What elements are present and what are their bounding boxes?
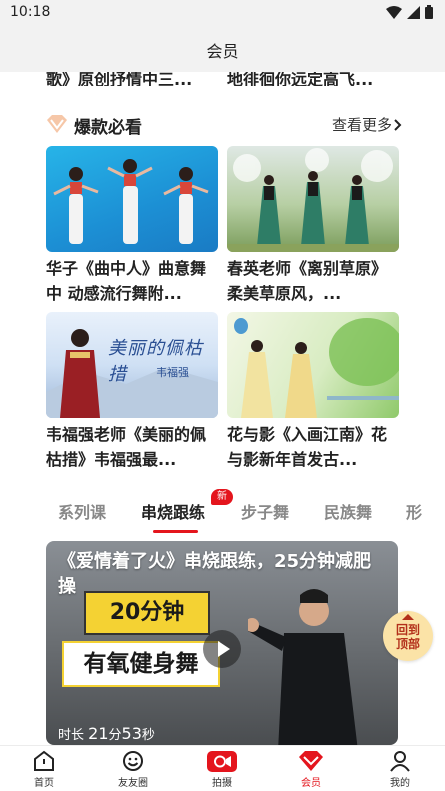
card-title[interactable]: 韦福强老师《美丽的佩枯措》韦福强最...: [46, 422, 218, 472]
battery-icon: [425, 5, 433, 19]
card-title[interactable]: 华子《曲中人》曲意舞中 动感流行舞附...: [46, 256, 218, 306]
card-thumbnail[interactable]: [227, 146, 399, 252]
hot-section-header: 爆款必看 查看更多: [46, 112, 402, 138]
video-title: 《爱情着了火》串烧跟练，25分钟减肥操: [58, 551, 372, 597]
nav-item-shoot[interactable]: 拍摄: [187, 748, 257, 789]
nav-label-home: 首页: [34, 778, 54, 789]
thumb-overlay-subtext: 韦福强: [156, 366, 189, 379]
hot-card[interactable]: 美丽的佩枯措 韦福强 韦福强老师《美丽的佩枯措》韦福强最...: [46, 312, 218, 472]
overlay-title-box: 有氧健身舞: [62, 641, 220, 687]
dancers-image: [53, 159, 209, 244]
dancers-image: [234, 318, 399, 418]
wifi-icon: [386, 5, 402, 19]
diamond-icon: [47, 115, 67, 133]
nav-label-vip: 会员: [301, 778, 321, 789]
page-title: 会员: [206, 42, 239, 61]
tab-medley[interactable]: 串烧跟练: [141, 499, 205, 523]
smile-icon: [123, 751, 143, 771]
back-to-top-label: 回到 顶部: [395, 623, 420, 651]
bottom-nav: 首页 友友圈 拍摄 会员 我的: [0, 745, 445, 791]
hot-card[interactable]: 华子《曲中人》曲意舞中 动感流行舞附...: [46, 146, 218, 306]
hot-card[interactable]: 春英老师《离别草原》柔美草原风，...: [227, 146, 399, 306]
status-bar: 10:18: [0, 0, 445, 26]
chevron-right-icon: [394, 118, 402, 131]
back-to-top-button[interactable]: 回到 顶部: [383, 611, 433, 661]
signal-icon: [407, 5, 420, 19]
prev-item-title-left[interactable]: 歌》原创抒情中三...: [46, 72, 192, 86]
prev-item-title-right[interactable]: 地徘徊你远定高飞...: [227, 72, 373, 86]
view-more-link[interactable]: 查看更多: [332, 114, 402, 135]
nav-item-friends[interactable]: 友友圈: [98, 748, 168, 789]
app-header: 会员: [0, 26, 445, 72]
nav-item-vip[interactable]: 会员: [276, 748, 346, 789]
tab-more[interactable]: 形: [406, 499, 422, 523]
card-thumbnail[interactable]: [227, 312, 399, 418]
nav-item-profile[interactable]: 我的: [365, 748, 435, 789]
hot-section-title: 爆款必看: [74, 118, 142, 138]
arrow-up-icon: [402, 614, 414, 620]
hot-card[interactable]: 花与影《入画江南》花与影新年首发古...: [227, 312, 399, 472]
view-more-label: 查看更多: [331, 116, 392, 134]
tab-step-dance[interactable]: 步子舞: [241, 499, 289, 523]
status-time: 10:18: [10, 4, 51, 20]
dancers-image: [227, 148, 399, 252]
duration-seconds-unit: 秒: [141, 728, 155, 743]
nav-item-home[interactable]: 首页: [9, 748, 79, 789]
card-title[interactable]: 花与影《入画江南》花与影新年首发古...: [227, 422, 399, 472]
new-badge: 新: [211, 489, 233, 505]
duration-minutes: 21: [88, 724, 109, 743]
duration-prefix: 时长: [58, 728, 85, 743]
tab-folk-dance[interactable]: 民族舞: [324, 499, 372, 523]
active-tab-indicator: [153, 530, 198, 533]
duration-seconds: 53: [121, 724, 142, 743]
overlay-text-line1: 20分钟: [109, 600, 185, 625]
previous-row: 歌》原创抒情中三... 地徘徊你远定高飞...: [0, 72, 445, 86]
status-icons: [386, 5, 433, 19]
tab-series[interactable]: 系列课: [58, 499, 106, 523]
overlay-text-line2: 有氧健身舞: [83, 651, 199, 677]
vip-icon: [299, 751, 323, 771]
card-title[interactable]: 春英老师《离别草原》柔美草原风，...: [227, 256, 399, 306]
play-icon[interactable]: [203, 630, 241, 668]
nav-label-friends: 友友圈: [118, 778, 148, 789]
nav-label-shoot: 拍摄: [212, 778, 232, 789]
person-icon: [390, 751, 410, 772]
home-icon: [34, 750, 54, 771]
duration-minutes-unit: 分: [108, 728, 122, 743]
card-thumbnail[interactable]: [46, 146, 218, 252]
video-card[interactable]: 20分钟 有氧健身舞 《爱情着了火》串烧跟练，25分钟减肥操 时长 21分53秒: [46, 541, 398, 745]
nav-label-profile: 我的: [390, 778, 410, 789]
video-duration: 时长 21分53秒: [58, 724, 155, 743]
card-thumbnail[interactable]: 美丽的佩枯措 韦福强: [46, 312, 218, 418]
camera-icon: [207, 751, 237, 772]
